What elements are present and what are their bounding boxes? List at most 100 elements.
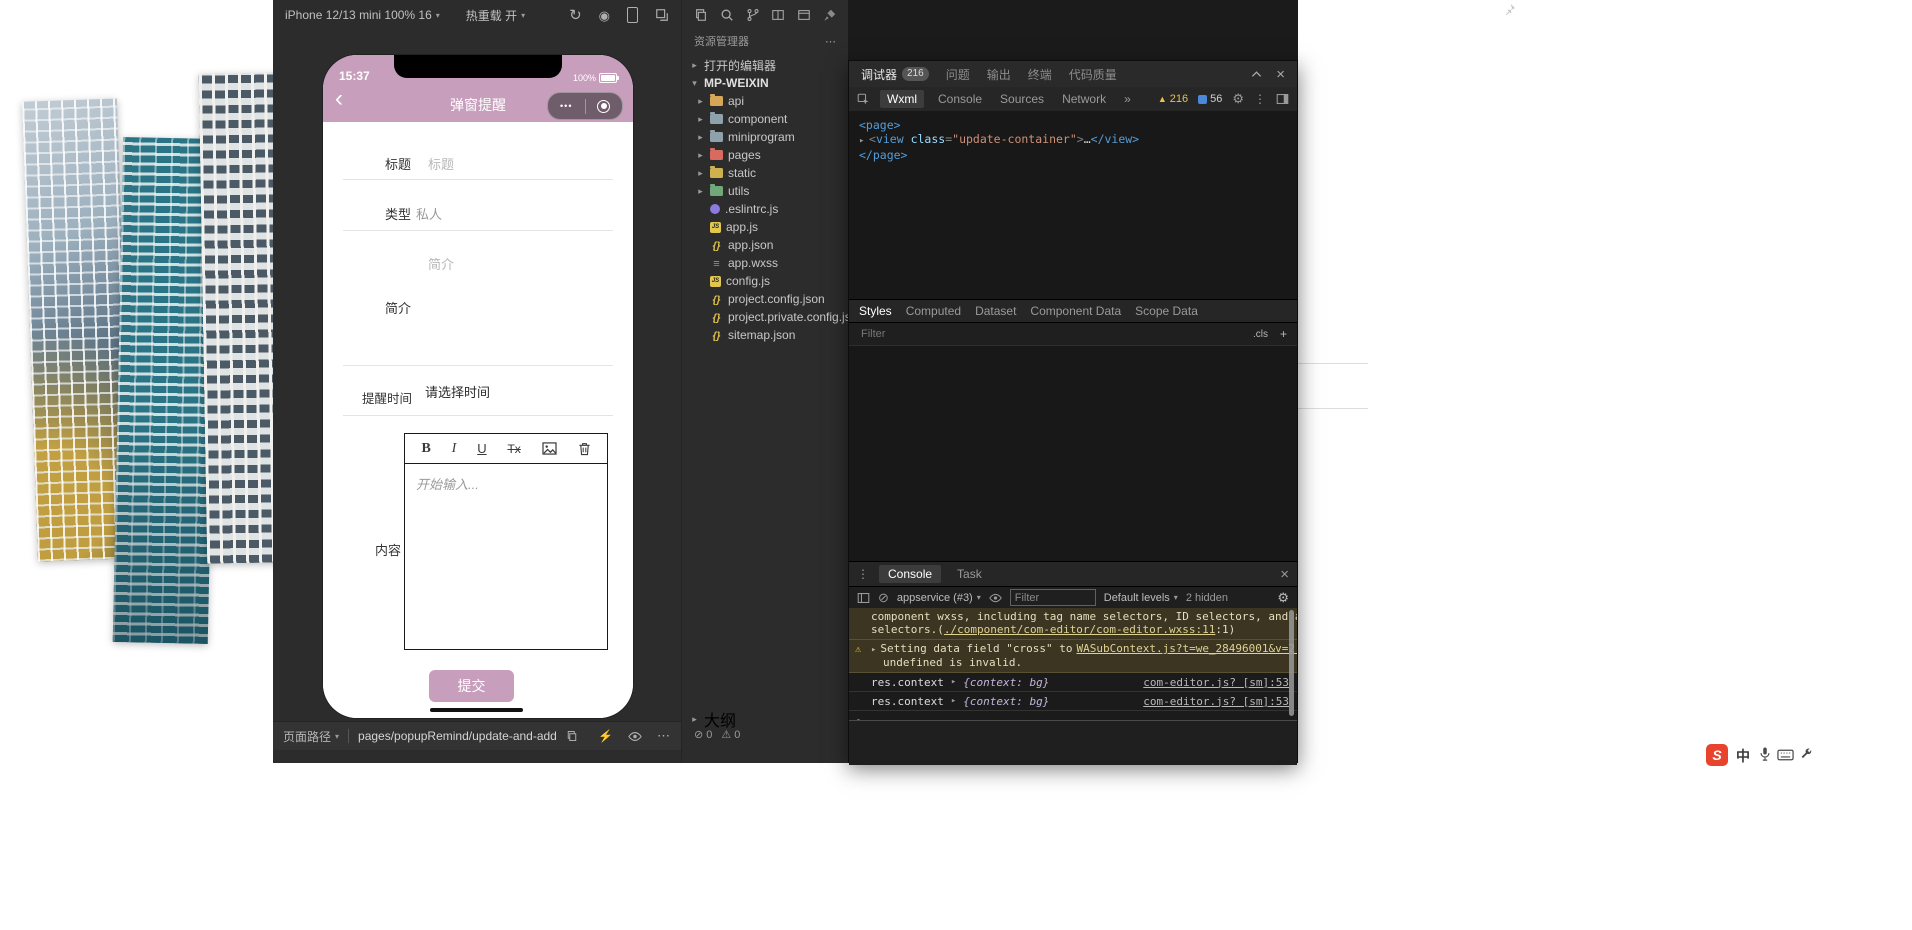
device-selector[interactable]: iPhone 12/13 mini 100% 16 ▾	[285, 8, 440, 22]
refresh-icon[interactable]: ↻	[569, 8, 582, 23]
tree-item-pages[interactable]: ▸ pages	[682, 146, 849, 164]
microphone-icon[interactable]	[1758, 746, 1772, 762]
wxml-tree[interactable]: <page> ▸ <view class="update-container">……	[849, 111, 1297, 306]
console-prompt[interactable]: >	[849, 711, 1297, 720]
tree-item-static[interactable]: ▸ static	[682, 164, 849, 182]
context-selector[interactable]: appservice (#3) ▾	[897, 592, 981, 604]
tree-item-app-js[interactable]: app.js	[682, 218, 849, 236]
toolbox-icon[interactable]	[1799, 747, 1813, 761]
source-link[interactable]: WASubContext.js?t=we_28496001&v=2.19.4:2	[1076, 642, 1297, 656]
trash-button[interactable]	[578, 442, 591, 456]
console-sidebar-icon[interactable]	[857, 592, 870, 604]
warnings-counter[interactable]: ▲ 216	[1158, 93, 1188, 105]
tab-problems[interactable]: 问题	[946, 66, 970, 83]
tab-wxml[interactable]: Wxml	[880, 90, 924, 108]
back-button[interactable]: ‹	[335, 87, 343, 111]
scrollbar[interactable]	[1289, 610, 1294, 716]
console-settings-icon[interactable]: ⚙	[1277, 590, 1289, 606]
close-icon[interactable]: ×	[1276, 67, 1285, 82]
tab-terminal[interactable]: 终端	[1028, 66, 1052, 83]
tab-sources[interactable]: Sources	[996, 90, 1048, 108]
collapse-icon[interactable]	[1251, 70, 1262, 78]
more-icon[interactable]: •••	[548, 101, 585, 111]
source-link[interactable]: com-editor.js? [sm]:53	[1143, 695, 1289, 708]
home-icon[interactable]	[586, 99, 623, 113]
wxml-line-view[interactable]: ▸ <view class="update-container">…</view>	[859, 132, 1297, 148]
git-branch-icon[interactable]	[746, 8, 760, 22]
cls-toggle[interactable]: .cls	[1253, 329, 1268, 340]
tab-computed[interactable]: Computed	[906, 304, 961, 318]
source-link[interactable]: ./component/com-editor/com-editor.wxss:1…	[944, 623, 1216, 636]
wxml-line-page-close[interactable]: </page>	[859, 148, 1297, 162]
inspect-element-icon[interactable]	[857, 93, 870, 106]
tab-dataset[interactable]: Dataset	[975, 304, 1016, 318]
tree-item-sitemap[interactable]: sitemap.json	[682, 326, 849, 344]
tree-item-component[interactable]: ▸ component	[682, 110, 849, 128]
underline-button[interactable]: U	[477, 441, 486, 456]
tree-item-miniprogram[interactable]: ▸ miniprogram	[682, 128, 849, 146]
tree-item-eslintrc[interactable]: .eslintrc.js	[682, 200, 849, 218]
hidden-count[interactable]: 2 hidden	[1186, 592, 1228, 604]
ime-language-toggle[interactable]: 中	[1736, 746, 1750, 766]
tab-component-data[interactable]: Component Data	[1030, 304, 1121, 318]
ime-logo[interactable]: S	[1706, 744, 1728, 766]
italic-button[interactable]: I	[452, 441, 457, 457]
split-editor-icon[interactable]	[771, 8, 785, 22]
section-outline[interactable]: ▸ 大纲	[682, 710, 849, 730]
tab-console[interactable]: Console	[934, 90, 986, 108]
dock-side-icon[interactable]	[1276, 93, 1289, 105]
kebab-menu-icon[interactable]: ⋮	[1254, 92, 1266, 106]
bold-button[interactable]: B	[421, 441, 430, 457]
split-window-icon[interactable]	[655, 8, 669, 22]
section-open-editors[interactable]: ▸ 打开的编辑器	[682, 56, 849, 74]
hot-reload-toggle[interactable]: 热重载 开 ▾	[466, 7, 525, 24]
expand-icon[interactable]: ▸	[951, 677, 956, 687]
styles-filter-input[interactable]	[859, 327, 1253, 341]
eye-icon[interactable]	[628, 731, 642, 742]
problems-status[interactable]: ⊘ 0 ⚠ 0	[682, 728, 849, 742]
kebab-menu-icon[interactable]: ⋮	[857, 567, 869, 581]
clear-format-button[interactable]: Tx	[507, 442, 520, 456]
issues-counter[interactable]: 56	[1198, 93, 1222, 105]
keyboard-icon[interactable]	[1777, 749, 1794, 761]
phone-icon[interactable]	[627, 7, 638, 23]
expand-icon[interactable]: ▸	[871, 644, 876, 657]
tree-item-api[interactable]: ▸ api	[682, 92, 849, 110]
more-icon[interactable]: ⋯	[657, 728, 671, 744]
record-icon[interactable]: ◉	[599, 9, 610, 22]
new-window-icon[interactable]	[797, 8, 811, 22]
tree-item-utils[interactable]: ▸ utils	[682, 182, 849, 200]
clean-icon[interactable]	[823, 8, 837, 22]
wxml-line-page-open[interactable]: <page>	[859, 118, 1297, 132]
copy-path-icon[interactable]	[566, 730, 578, 742]
console-resize-handle[interactable]	[849, 720, 1297, 721]
expand-icon[interactable]: ▸	[859, 134, 869, 148]
more-tabs-icon[interactable]: »	[1120, 90, 1135, 108]
source-link[interactable]: com-editor.js? [sm]:53	[1143, 676, 1289, 689]
submit-button[interactable]: 提交	[429, 670, 514, 702]
files-icon[interactable]	[694, 8, 708, 22]
tree-item-app-wxss[interactable]: app.wxss	[682, 254, 849, 272]
new-style-rule-button[interactable]: +	[1280, 327, 1287, 341]
search-icon[interactable]	[720, 8, 734, 22]
tab-styles[interactable]: Styles	[859, 304, 892, 318]
section-project-root[interactable]: ▾ MP-WEIXIN	[682, 74, 849, 92]
pin-icon[interactable]	[1502, 2, 1517, 17]
tab-code-quality[interactable]: 代码质量	[1069, 66, 1117, 83]
tree-item-project-config[interactable]: project.config.json	[682, 290, 849, 308]
compile-icon[interactable]: ⚡	[598, 729, 613, 743]
tree-item-config-js[interactable]: config.js	[682, 272, 849, 290]
tab-output[interactable]: 输出	[987, 66, 1011, 83]
expand-icon[interactable]: ▸	[951, 696, 956, 706]
clear-console-icon[interactable]: ⊘	[878, 591, 889, 604]
settings-gear-icon[interactable]: ⚙	[1232, 91, 1244, 107]
insert-image-button[interactable]	[542, 442, 557, 455]
type-picker[interactable]: 私人	[416, 204, 442, 223]
console-filter-input[interactable]	[1009, 589, 1096, 606]
tab-task[interactable]: Task	[951, 565, 988, 583]
intro-input[interactable]: 简介	[428, 254, 454, 273]
tree-item-project-private-config[interactable]: project.private.config.js...	[682, 308, 861, 326]
rich-text-editor[interactable]: B I U Tx 开始输入...	[404, 433, 608, 650]
more-actions-icon[interactable]: ⋯	[825, 35, 837, 48]
tab-scope-data[interactable]: Scope Data	[1135, 304, 1198, 318]
